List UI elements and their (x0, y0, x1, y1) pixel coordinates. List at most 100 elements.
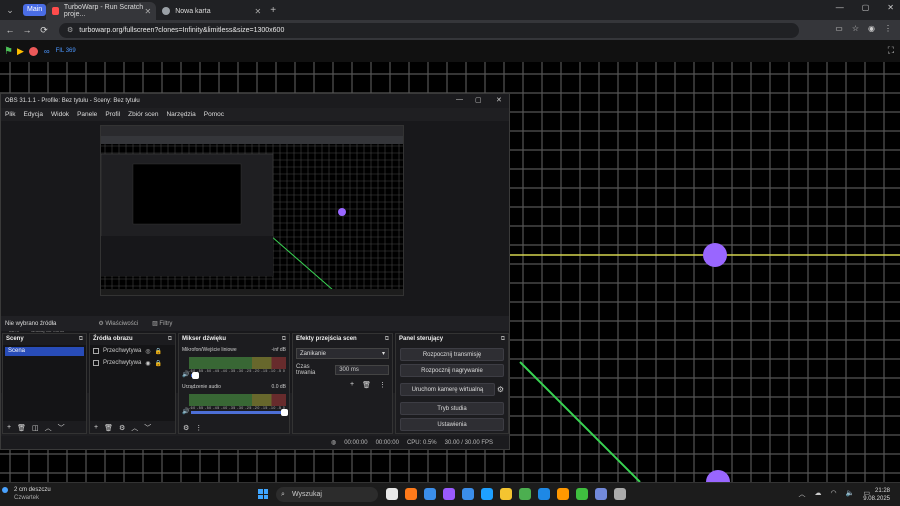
move-down-icon[interactable]: ﹀ (144, 423, 151, 433)
address-bar[interactable]: ⚙ turbowarp.org/fullscreen?clones=Infinit… (59, 22, 799, 38)
menu-profil[interactable]: Profil (105, 111, 120, 118)
close-icon[interactable]: ✕ (887, 3, 894, 12)
scene-item[interactable]: Scena (5, 347, 84, 356)
weather-widget[interactable]: 2 cm deszczu Czwartek (14, 486, 51, 502)
cast-icon[interactable]: ▭ (835, 24, 843, 33)
taskbar-app-icon[interactable] (443, 488, 455, 500)
taskbar-app-icon[interactable] (614, 488, 626, 500)
taskbar-search[interactable]: ⌕ Wyszukaj (276, 487, 378, 502)
start-streaming-button[interactable]: Rozpocznij transmisję (400, 348, 504, 361)
taskbar-app-icon[interactable] (576, 488, 588, 500)
green-flag-icon[interactable]: ⚑ (4, 46, 13, 57)
add-icon[interactable]: + (7, 424, 11, 431)
tab-search-icon[interactable]: ⌄ (3, 3, 17, 17)
speaker-icon[interactable]: 🔊 (182, 371, 189, 378)
eye-icon[interactable]: ◎ (145, 348, 150, 355)
menu-narzedzia[interactable]: Narzędzia (166, 111, 195, 118)
taskbar-app-icon[interactable] (500, 488, 512, 500)
dock-menu-icon[interactable]: ⧉ (282, 334, 286, 344)
menu-dots-icon[interactable]: ⋮ (884, 24, 892, 33)
taskbar-clock[interactable]: 21:28 9.08.2025 (863, 487, 890, 503)
filters-button[interactable]: ▨ Filtry (152, 320, 172, 327)
close-icon[interactable]: ✕ (496, 96, 502, 104)
pause-icon[interactable]: ▶ (17, 46, 24, 57)
start-icon[interactable] (258, 489, 268, 499)
purple-dot (706, 470, 730, 482)
wifi-icon[interactable]: ◠ (831, 489, 837, 499)
filter-icon[interactable]: ◫ (32, 424, 39, 432)
gear-icon[interactable]: ⚙ (119, 424, 125, 432)
properties-button[interactable]: ⚙ Właściwości (98, 320, 138, 327)
menu-dots-icon[interactable]: ⋮ (379, 381, 386, 389)
start-virtual-camera-button[interactable]: Uruchom kamerę wirtualną (400, 383, 495, 396)
volume-icon[interactable]: 🔈 (846, 489, 855, 499)
advanced-audio-icon[interactable]: ⚙ (183, 424, 189, 432)
studio-mode-button[interactable]: Tryb studia (400, 402, 504, 415)
settings-button[interactable]: Ustawienia (400, 418, 504, 431)
move-up-icon[interactable]: ︿ (45, 423, 52, 433)
taskbar-app-icon[interactable] (519, 488, 531, 500)
gear-icon[interactable]: ⚙ (497, 385, 504, 394)
lock-icon[interactable]: 🔒 (155, 360, 162, 367)
taskbar-app-icon[interactable] (538, 488, 550, 500)
forward-icon[interactable]: → (20, 25, 34, 35)
eye-icon[interactable]: ◉ (145, 360, 150, 367)
volume-slider-mic[interactable] (191, 372, 199, 379)
source-item[interactable]: Przechwytywa ◉ 🔒 (90, 357, 175, 369)
taskbar-app-icon[interactable] (386, 488, 398, 500)
tab-new-tab[interactable]: Nowa karta ✕ (156, 2, 266, 20)
lock-icon[interactable]: 🔒 (155, 348, 162, 355)
cloud-icon[interactable]: ☁ (815, 489, 822, 499)
trash-icon[interactable]: 🗑 (17, 424, 26, 432)
menu-zbior-scen[interactable]: Zbiór scen (128, 111, 158, 118)
speaker-icon[interactable]: 🔊 (182, 408, 189, 415)
stop-icon[interactable] (28, 46, 38, 56)
tab-group-chip[interactable]: Main (23, 4, 47, 16)
bookmark-star-icon[interactable]: ☆ (852, 24, 859, 33)
volume-slider-desktop[interactable] (191, 409, 288, 416)
chevron-up-icon[interactable]: ︿ (799, 489, 806, 499)
add-icon[interactable]: + (350, 381, 354, 389)
menu-panele[interactable]: Panele (77, 111, 97, 118)
profile-icon[interactable]: ◉ (868, 24, 875, 33)
fullscreen-icon[interactable]: ⛶ (888, 45, 894, 56)
volume-knob[interactable] (281, 409, 288, 416)
taskbar-app-icon[interactable] (595, 488, 607, 500)
menu-pomoc[interactable]: Pomoc (204, 111, 224, 118)
add-icon[interactable]: + (94, 424, 98, 431)
taskbar-app-icon[interactable] (405, 488, 417, 500)
menu-edycja[interactable]: Edycja (23, 111, 43, 118)
taskbar-app-icon[interactable] (424, 488, 436, 500)
menu-dots-icon[interactable]: ⋮ (195, 424, 202, 432)
site-info-icon[interactable]: ⚙ (67, 27, 73, 34)
close-tab-icon[interactable]: ✕ (254, 7, 261, 16)
source-item[interactable]: Przechwytywa ◎ 🔒 (90, 345, 175, 357)
taskbar-app-icon[interactable] (462, 488, 474, 500)
dock-menu-icon[interactable]: ⧉ (168, 334, 172, 344)
transition-select[interactable]: Zanikanie ▾ (296, 348, 389, 359)
trash-icon[interactable]: 🗑 (104, 424, 113, 432)
trash-icon[interactable]: 🗑 (362, 381, 371, 389)
minimize-icon[interactable]: — (456, 96, 463, 103)
start-recording-button[interactable]: Rozpocznij nagrywanie (400, 364, 504, 377)
volume-knob[interactable] (192, 372, 199, 379)
taskbar-app-icon[interactable] (481, 488, 493, 500)
move-down-icon[interactable]: ﹀ (58, 423, 65, 433)
move-up-icon[interactable]: ︿ (131, 423, 138, 433)
dock-menu-icon[interactable]: ⧉ (501, 334, 505, 344)
audio-meter (189, 394, 286, 406)
back-icon[interactable]: ← (3, 25, 17, 35)
maximize-icon[interactable]: ▢ (862, 3, 870, 12)
minimize-icon[interactable]: — (836, 3, 844, 12)
close-tab-icon[interactable]: ✕ (144, 7, 151, 16)
taskbar-app-icon[interactable] (557, 488, 569, 500)
duration-field[interactable]: 300 ms (335, 365, 389, 375)
reload-icon[interactable]: ⟳ (37, 25, 51, 36)
dock-menu-icon[interactable]: ⧉ (385, 334, 389, 344)
new-tab-button[interactable]: + (270, 5, 276, 16)
tab-turbowarp[interactable]: TurboWarp - Run Scratch proje... ✕ (46, 2, 157, 20)
maximize-icon[interactable]: ▢ (475, 96, 482, 104)
menu-plik[interactable]: Plik (5, 111, 15, 118)
menu-widok[interactable]: Widok (51, 111, 69, 118)
dock-menu-icon[interactable]: ⧉ (79, 334, 83, 344)
